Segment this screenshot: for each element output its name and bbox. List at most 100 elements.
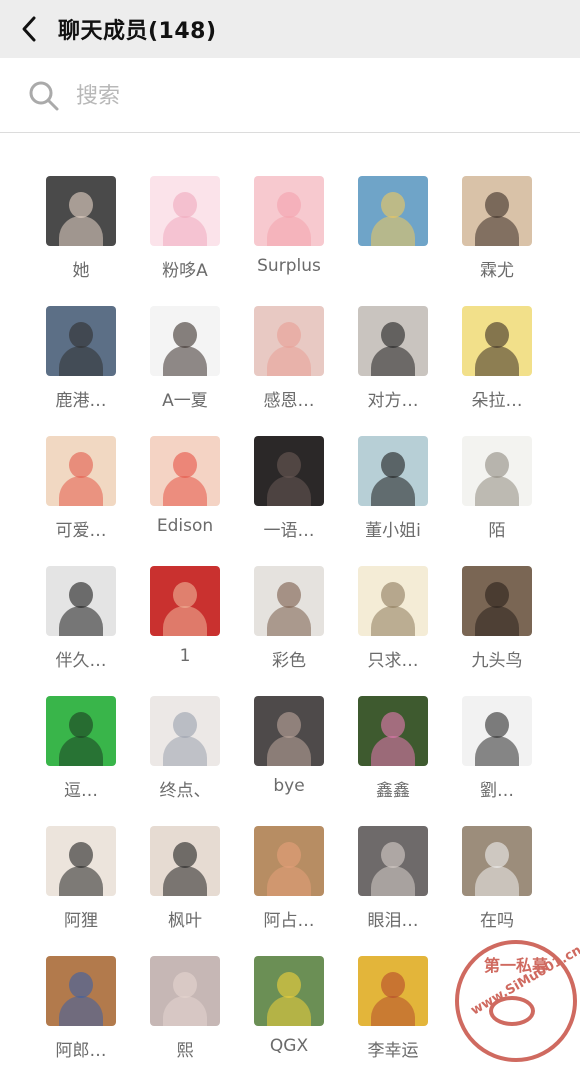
member-item[interactable]: Surplus xyxy=(237,176,341,306)
member-item[interactable]: 枫叶 xyxy=(133,826,237,956)
avatar[interactable] xyxy=(254,306,324,376)
avatar[interactable] xyxy=(358,696,428,766)
avatar-body-shape xyxy=(371,996,415,1026)
avatar[interactable] xyxy=(254,436,324,506)
avatar-head-shape xyxy=(381,712,405,738)
avatar[interactable] xyxy=(46,176,116,246)
member-item[interactable]: QGX xyxy=(237,956,341,1086)
member-name: 只求… xyxy=(367,651,419,671)
member-item[interactable]: 阿占… xyxy=(237,826,341,956)
avatar[interactable] xyxy=(46,826,116,896)
avatar-body-shape xyxy=(59,866,103,896)
avatar-head-shape xyxy=(381,452,405,478)
avatar[interactable] xyxy=(254,176,324,246)
avatar[interactable] xyxy=(46,306,116,376)
avatar[interactable] xyxy=(358,826,428,896)
avatar[interactable] xyxy=(358,956,428,1026)
member-item[interactable]: 阿郎… xyxy=(29,956,133,1086)
search-input[interactable] xyxy=(74,82,498,110)
member-item[interactable]: 1 xyxy=(133,566,237,696)
member-item[interactable]: 董小姐i xyxy=(341,436,445,566)
member-name: 可爱… xyxy=(55,521,107,541)
avatar[interactable] xyxy=(150,956,220,1026)
member-item[interactable]: 一语… xyxy=(237,436,341,566)
avatar-body-shape xyxy=(59,996,103,1026)
avatar-body-shape xyxy=(475,476,519,506)
member-name: 感恩… xyxy=(263,391,315,411)
avatar[interactable] xyxy=(358,566,428,636)
avatar-body-shape xyxy=(267,216,311,246)
member-item[interactable]: 只求… xyxy=(341,566,445,696)
avatar[interactable] xyxy=(46,566,116,636)
member-name: 九头鸟 xyxy=(471,651,523,671)
member-name: Surplus xyxy=(257,256,321,276)
avatar[interactable] xyxy=(254,826,324,896)
search-bar[interactable] xyxy=(0,60,580,133)
member-item[interactable]: 终点、 xyxy=(133,696,237,826)
avatar-body-shape xyxy=(163,216,207,246)
member-name: 枫叶 xyxy=(168,911,202,931)
avatar[interactable] xyxy=(150,176,220,246)
member-item[interactable]: 眼泪… xyxy=(341,826,445,956)
avatar[interactable] xyxy=(150,436,220,506)
avatar[interactable] xyxy=(254,956,324,1026)
avatar[interactable] xyxy=(462,826,532,896)
avatar[interactable] xyxy=(462,436,532,506)
member-item[interactable]: 霖尤 xyxy=(445,176,549,306)
member-item[interactable]: 可爱… xyxy=(29,436,133,566)
member-item[interactable]: 对方… xyxy=(341,306,445,436)
avatar[interactable] xyxy=(462,696,532,766)
avatar-head-shape xyxy=(173,192,197,218)
avatar-body-shape xyxy=(475,346,519,376)
avatar[interactable] xyxy=(462,566,532,636)
avatar-head-shape xyxy=(277,842,301,868)
avatar[interactable] xyxy=(150,696,220,766)
avatar[interactable] xyxy=(358,306,428,376)
member-item[interactable]: 她 xyxy=(29,176,133,306)
avatar[interactable] xyxy=(254,566,324,636)
avatar[interactable] xyxy=(358,436,428,506)
member-item[interactable]: 阿狸 xyxy=(29,826,133,956)
member-name: 鑫鑫 xyxy=(376,781,410,801)
avatar[interactable] xyxy=(462,176,532,246)
avatar[interactable] xyxy=(46,696,116,766)
member-item[interactable]: 鑫鑫 xyxy=(341,696,445,826)
member-item[interactable]: 李幸运 xyxy=(341,956,445,1086)
member-item[interactable]: A一夏 xyxy=(133,306,237,436)
member-item[interactable]: 伴久… xyxy=(29,566,133,696)
member-item[interactable]: 粉哆A xyxy=(133,176,237,306)
member-item[interactable]: 熙 xyxy=(133,956,237,1086)
member-item[interactable]: 感恩… xyxy=(237,306,341,436)
member-name: 董小姐i xyxy=(365,521,421,541)
member-item[interactable]: Edison xyxy=(133,436,237,566)
member-item[interactable]: 鹿港… xyxy=(29,306,133,436)
member-item[interactable]: 在吗 xyxy=(445,826,549,956)
avatar-head-shape xyxy=(485,582,509,608)
avatar[interactable] xyxy=(150,566,220,636)
member-item[interactable]: 朵拉… xyxy=(445,306,549,436)
avatar[interactable] xyxy=(46,956,116,1026)
member-name: 伴久… xyxy=(55,651,107,671)
avatar-head-shape xyxy=(485,192,509,218)
member-item[interactable] xyxy=(341,176,445,306)
avatar-head-shape xyxy=(69,322,93,348)
back-button[interactable] xyxy=(0,0,58,58)
avatar-head-shape xyxy=(277,712,301,738)
avatar[interactable] xyxy=(462,306,532,376)
avatar[interactable] xyxy=(254,696,324,766)
avatar[interactable] xyxy=(46,436,116,506)
member-item[interactable]: 陌 xyxy=(445,436,549,566)
avatar-head-shape xyxy=(69,582,93,608)
avatar[interactable] xyxy=(150,306,220,376)
member-name: 霖尤 xyxy=(480,261,514,281)
member-item[interactable]: 彩色 xyxy=(237,566,341,696)
member-item[interactable]: 九头鸟 xyxy=(445,566,549,696)
member-item[interactable]: 劉… xyxy=(445,696,549,826)
member-item[interactable]: 逗… xyxy=(29,696,133,826)
member-item[interactable]: bye xyxy=(237,696,341,826)
avatar[interactable] xyxy=(150,826,220,896)
avatar[interactable] xyxy=(358,176,428,246)
avatar-body-shape xyxy=(267,996,311,1026)
avatar-body-shape xyxy=(267,736,311,766)
avatar-head-shape xyxy=(485,712,509,738)
